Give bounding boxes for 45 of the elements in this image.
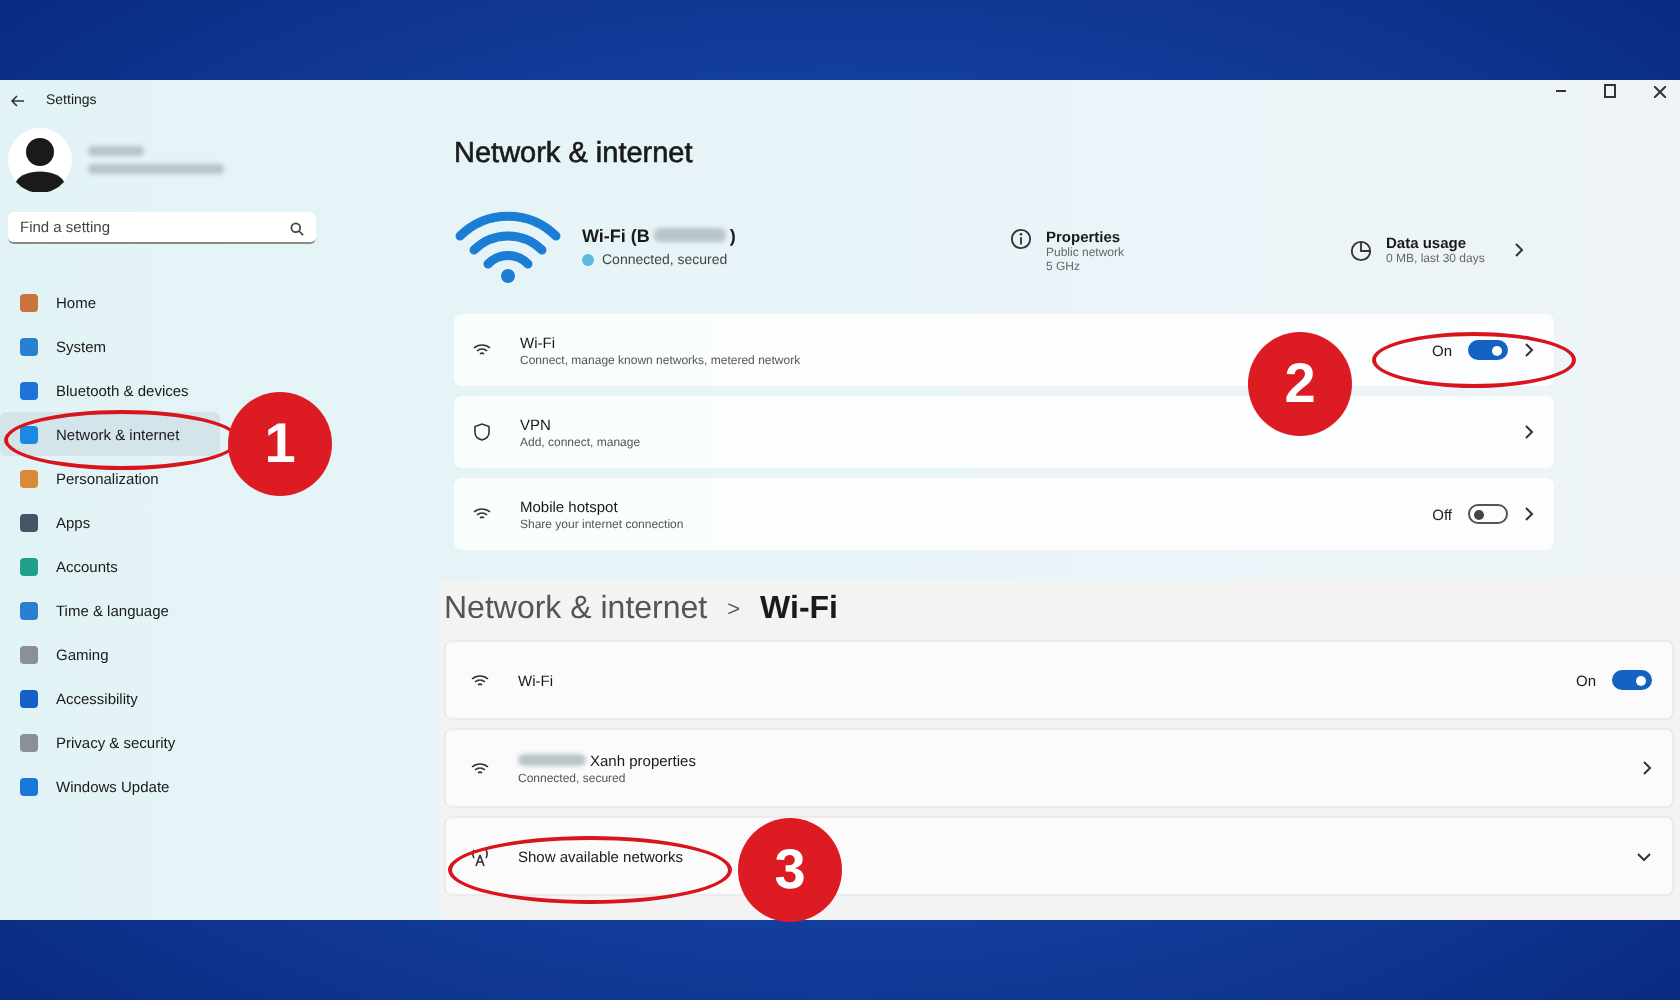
chevron-icon <box>1524 424 1534 440</box>
close-icon[interactable] <box>1654 85 1666 97</box>
chevron-down-icon <box>1636 851 1652 861</box>
network-name: Wi-Fi (B <box>582 225 650 245</box>
redacted-text <box>518 754 586 766</box>
category-icon <box>20 381 38 399</box>
maximize-icon[interactable] <box>1604 84 1616 98</box>
chevron-icon <box>1524 506 1534 522</box>
network-name: ) <box>729 225 736 245</box>
redacted-text <box>653 228 726 242</box>
chevron-icon <box>1642 760 1652 776</box>
step-badge: 1 <box>228 392 332 496</box>
category-icon <box>20 689 38 707</box>
search-icon <box>290 221 304 235</box>
toggle-switch[interactable] <box>1468 340 1508 360</box>
pie-icon <box>1350 239 1372 261</box>
redacted-text <box>88 164 224 174</box>
category-icon <box>20 733 38 751</box>
category-icon <box>20 425 38 443</box>
avatar-icon <box>8 128 72 192</box>
antenna-icon <box>470 845 490 867</box>
page-title: Wi-Fi <box>760 592 838 628</box>
category-icon <box>20 337 38 355</box>
category-icon <box>20 469 38 487</box>
wifi-icon <box>454 208 562 284</box>
shield-icon <box>472 422 492 442</box>
wifi-icon <box>470 669 490 691</box>
chevron-icon <box>1524 342 1534 358</box>
category-icon <box>20 293 38 311</box>
category-icon <box>20 557 38 575</box>
wifi-icon <box>472 340 492 360</box>
breadcrumb-separator: > <box>727 598 741 622</box>
category-icon <box>20 645 38 663</box>
category-icon <box>20 601 38 619</box>
chevron-icon <box>1514 242 1525 258</box>
category-icon <box>20 777 38 795</box>
info-icon <box>1010 227 1032 249</box>
redacted-text <box>88 146 144 156</box>
page-title: Network & internet <box>454 138 695 170</box>
category-icon <box>20 513 38 531</box>
toggle-switch[interactable] <box>1468 504 1508 524</box>
globe-icon <box>582 254 594 266</box>
back-icon[interactable] <box>10 93 26 107</box>
breadcrumb-link[interactable]: Network & internet <box>444 592 708 628</box>
toggle-switch[interactable] <box>1612 670 1652 690</box>
